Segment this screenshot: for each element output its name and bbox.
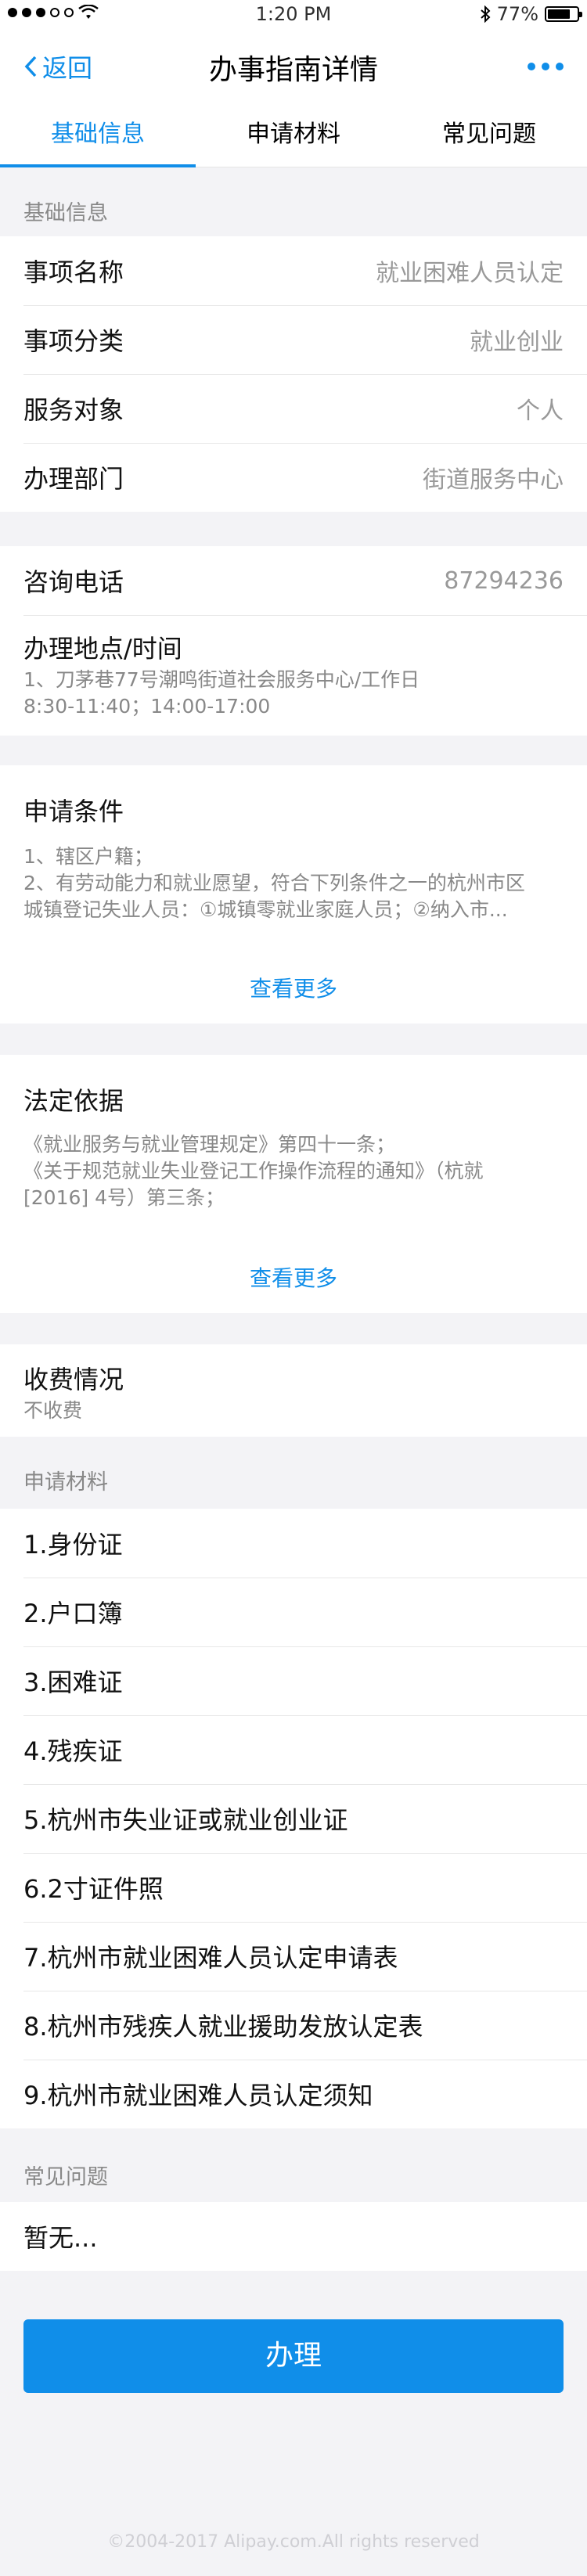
conditions-block: 申请条件 1、辖区户籍； 2、有劳动能力和就业愿望，符合下列条件之一的杭州市区 … [0, 765, 587, 1024]
list-item[interactable]: 3.困难证 [0, 1646, 587, 1715]
conditions-line: 城镇登记失业人员：①城镇零就业家庭人员；②纳入市... [23, 898, 508, 921]
list-item: 事项名称 就业困难人员认定 [0, 236, 587, 305]
list-item[interactable]: 5.杭州市失业证或就业创业证 [0, 1784, 587, 1853]
material-label: 6.2寸证件照 [23, 1874, 164, 1904]
tab-faq[interactable]: 常见问题 [391, 102, 587, 167]
list-item[interactable]: 1.身份证 [0, 1509, 587, 1578]
list-item[interactable]: 7.杭州市就业困难人员认定申请表 [0, 1922, 587, 1991]
item-value: 街道服务中心 [423, 466, 564, 494]
apply-button[interactable]: 办理 [23, 2319, 564, 2393]
material-label: 5.杭州市失业证或就业创业证 [23, 1805, 348, 1835]
tab-basic-info[interactable]: 基础信息 [0, 102, 196, 167]
legal-line: 《就业服务与就业管理规定》第四十一条； [23, 1133, 396, 1156]
item-label: 办理部门 [23, 464, 124, 494]
battery-percentage: 77% [496, 3, 538, 25]
phone-row[interactable]: 咨询电话 87294236 [0, 546, 587, 615]
list-item[interactable]: 6.2寸证件照 [0, 1853, 587, 1922]
conditions-line: 2、有劳动能力和就业愿望，符合下列条件之一的杭州市区 [23, 872, 525, 894]
legal-line: [2016] 4号）第三条； [23, 1186, 225, 1209]
list-item: 事项分类 就业创业 [0, 305, 587, 374]
conditions-line: 1、辖区户籍； [23, 845, 153, 868]
legal-line: 《关于规范就业失业登记工作操作流程的通知》（杭就 [23, 1160, 484, 1182]
more-options-button[interactable] [528, 63, 564, 70]
material-label: 8.杭州市残疾人就业援助发放认定表 [23, 2012, 423, 2042]
location-label: 办理地点/时间 [23, 634, 182, 664]
location-line-1: 1、刀茅巷77号潮鸣街道社会服务中心/工作日 [23, 668, 420, 691]
conditions-view-more-link[interactable]: 查看更多 [0, 972, 587, 1003]
fees-title: 收费情况 [23, 1365, 124, 1394]
phone-value: 87294236 [444, 567, 564, 595]
material-label: 3.困难证 [23, 1668, 123, 1697]
list-item: 服务对象 个人 [0, 374, 587, 443]
list-item[interactable]: 8.杭州市残疾人就业援助发放认定表 [0, 1991, 587, 2060]
material-label: 2.户口簿 [23, 1599, 123, 1628]
fees-block: 收费情况 不收费 [0, 1344, 587, 1437]
materials-list: 1.身份证 2.户口簿 3.困难证 4.残疾证 5.杭州市失业证或就业创业证 6… [0, 1509, 587, 2128]
conditions-title: 申请条件 [23, 797, 124, 826]
list-item[interactable]: 9.杭州市就业困难人员认定须知 [0, 2060, 587, 2128]
tab-bar: 基础信息 申请材料 常见问题 [0, 102, 587, 167]
section-header-materials: 申请材料 [23, 1470, 108, 1495]
battery-icon [545, 6, 582, 22]
fees-value: 不收费 [23, 1399, 83, 1422]
item-value: 就业创业 [470, 329, 564, 356]
list-item[interactable]: 4.残疾证 [0, 1715, 587, 1784]
page-title: 办事指南详情 [208, 54, 378, 86]
contact-block: 咨询电话 87294236 办理地点/时间 1、刀茅巷77号潮鸣街道社会服务中心… [0, 546, 587, 736]
basic-info-list: 事项名称 就业困难人员认定 事项分类 就业创业 服务对象 个人 办理部门 街道服… [0, 236, 587, 512]
location-line-2: 8:30-11:40；14:00-17:00 [23, 695, 271, 718]
legal-view-more-link[interactable]: 查看更多 [0, 1261, 587, 1293]
item-label: 服务对象 [23, 395, 124, 425]
tab-materials[interactable]: 申请材料 [196, 102, 391, 167]
bluetooth-icon [480, 5, 491, 23]
list-item: 暂无... [0, 2202, 587, 2271]
faq-empty-text: 暂无... [23, 2223, 98, 2253]
material-label: 4.残疾证 [23, 1736, 123, 1766]
item-label: 事项名称 [23, 257, 124, 287]
copyright-footer: ©2004-2017 Alipay.com.All rights reserve… [107, 2532, 480, 2552]
section-header-faq: 常见问题 [23, 2165, 108, 2189]
item-label: 事项分类 [23, 326, 124, 356]
phone-label: 咨询电话 [23, 567, 124, 597]
legal-block: 法定依据 《就业服务与就业管理规定》第四十一条； 《关于规范就业失业登记工作操作… [0, 1055, 587, 1313]
status-bar: 1:20 PM 77% [0, 0, 587, 31]
material-label: 1.身份证 [23, 1530, 123, 1560]
item-value: 就业困难人员认定 [376, 260, 564, 287]
material-label: 7.杭州市就业困难人员认定申请表 [23, 1943, 398, 1973]
item-value: 个人 [517, 398, 564, 425]
faq-list: 暂无... [0, 2202, 587, 2271]
list-item[interactable]: 2.户口簿 [0, 1578, 587, 1646]
section-header-basic-info: 基础信息 [23, 201, 108, 225]
list-item: 办理部门 街道服务中心 [0, 443, 587, 512]
material-label: 9.杭州市就业困难人员认定须知 [23, 2081, 373, 2110]
legal-title: 法定依据 [23, 1086, 124, 1116]
